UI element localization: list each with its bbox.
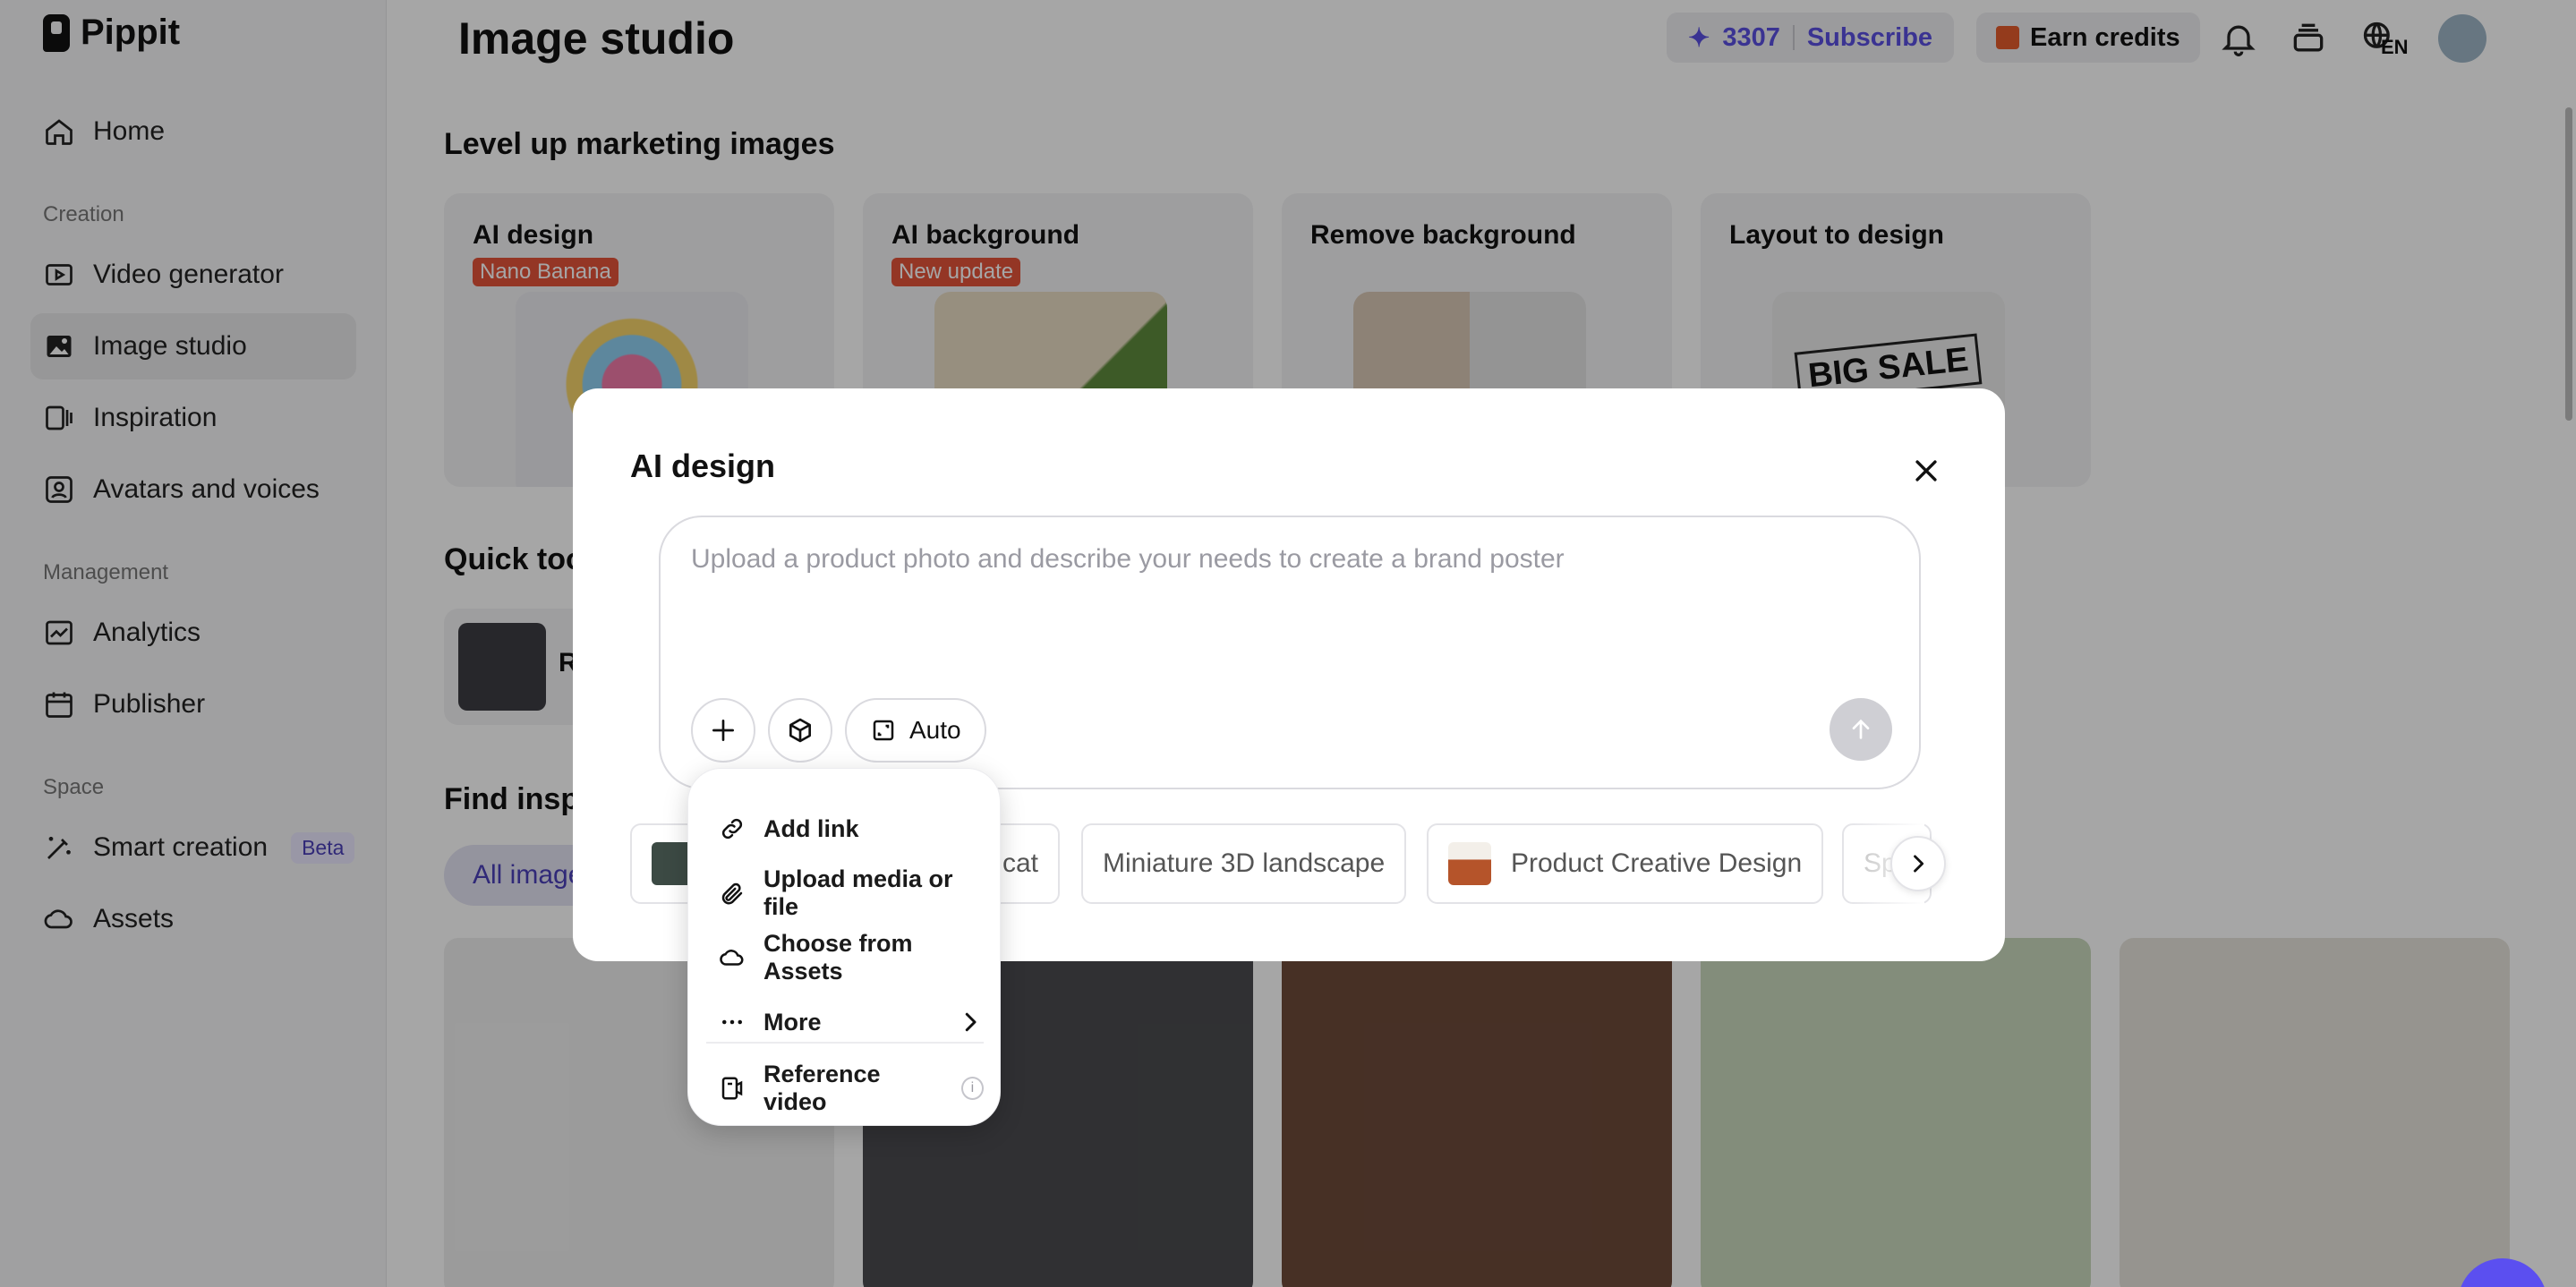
modal-title: AI design bbox=[630, 447, 776, 484]
menu-item-label: Choose from Assets bbox=[763, 930, 913, 984]
menu-divider bbox=[706, 1042, 984, 1044]
link-icon bbox=[721, 818, 743, 840]
suggestion-chip[interactable]: Product Creative Design bbox=[1427, 823, 1824, 904]
close-button[interactable] bbox=[1903, 447, 1949, 494]
menu-item-add-link[interactable]: Add link bbox=[719, 803, 984, 855]
reference-video-icon bbox=[721, 1077, 743, 1100]
prompt-input[interactable] bbox=[691, 544, 1890, 652]
menu-item-label: More bbox=[763, 1008, 822, 1036]
menu-item-label: Add link bbox=[763, 814, 859, 842]
plus-icon bbox=[712, 720, 734, 741]
aspect-ratio-label: Auto bbox=[909, 716, 961, 744]
send-button[interactable] bbox=[1830, 698, 1892, 761]
add-menu: Add link Upload media or file Choose fro… bbox=[687, 768, 1001, 1126]
chevron-right-icon bbox=[965, 1012, 977, 1032]
suggestion-label: Miniature 3D landscape bbox=[1103, 848, 1386, 878]
menu-item-reference-video[interactable]: Reference video i bbox=[719, 1061, 984, 1115]
suggestion-thumbnail bbox=[1448, 842, 1491, 885]
menu-item-choose-assets[interactable]: Choose from Assets bbox=[719, 930, 984, 984]
more-icon bbox=[722, 1019, 742, 1025]
suggestion-chip[interactable]: Miniature 3D landscape bbox=[1081, 823, 1407, 904]
menu-item-label: Upload media or file bbox=[763, 865, 953, 920]
menu-item-label: Reference video bbox=[763, 1061, 881, 1115]
chevron-right-icon bbox=[1914, 855, 1924, 873]
suggestion-label: cat bbox=[1002, 848, 1038, 878]
menu-item-more[interactable]: More bbox=[719, 996, 984, 1048]
product-button[interactable] bbox=[768, 698, 832, 763]
info-icon[interactable]: i bbox=[960, 1077, 984, 1100]
aspect-ratio-button[interactable]: Auto bbox=[845, 698, 986, 763]
cloud-icon bbox=[720, 950, 744, 966]
prompt-box: Auto bbox=[659, 516, 1921, 789]
menu-item-upload[interactable]: Upload media or file bbox=[719, 865, 984, 920]
arrow-up-icon bbox=[1852, 719, 1870, 739]
close-icon bbox=[1915, 460, 1937, 482]
paperclip-icon bbox=[721, 882, 743, 905]
suggestions-next-button[interactable] bbox=[1890, 836, 1946, 891]
suggestion-label: Product Creative Design bbox=[1511, 848, 1803, 878]
aspect-ratio-icon bbox=[873, 720, 894, 741]
add-button[interactable] bbox=[691, 698, 755, 763]
cube-icon bbox=[789, 718, 811, 743]
